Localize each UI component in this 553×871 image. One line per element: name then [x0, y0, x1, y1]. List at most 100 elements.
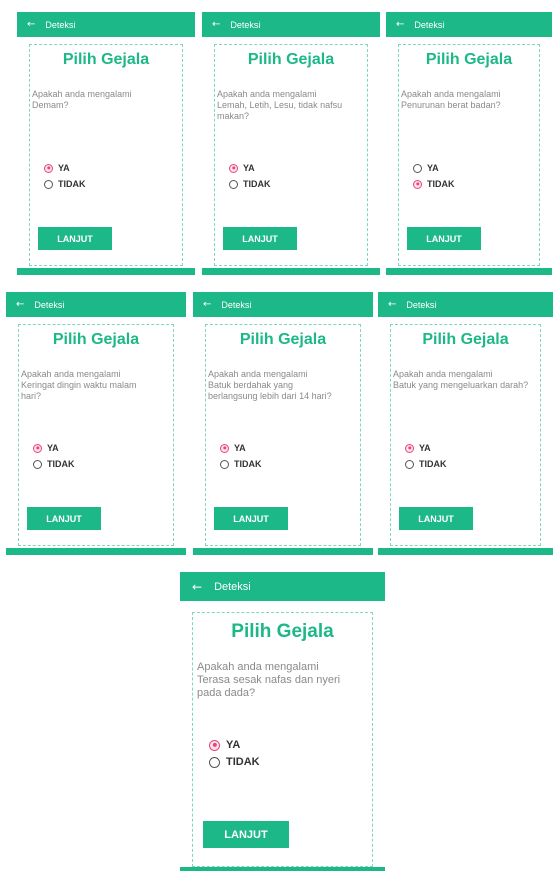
card-title: Pilih Gejala: [231, 621, 334, 642]
bottom-bar: [202, 268, 380, 275]
option-tidak-label: TIDAK: [47, 459, 75, 469]
symptom-question: Apakah anda mengalami Penurunan berat ba…: [401, 89, 501, 110]
radio-ya[interactable]: [220, 443, 229, 453]
back-arrow-icon[interactable]: ←: [396, 19, 404, 30]
option-tidak[interactable]: TIDAK: [220, 459, 262, 469]
app-bar: ← Deteksi: [378, 292, 553, 317]
lanjut-button[interactable]: LANJUT: [407, 227, 481, 250]
option-ya[interactable]: YA: [220, 443, 246, 453]
app-bar-title: Deteksi: [406, 299, 437, 310]
option-ya-label: YA: [226, 739, 241, 751]
option-tidak-label: TIDAK: [243, 179, 271, 189]
phone-screen-7: ← Deteksi Pilih Gejala Apakah anda menga…: [180, 572, 385, 871]
option-ya-label: YA: [243, 163, 255, 173]
symptom-card: Pilih Gejala Apakah anda mengalami Penur…: [398, 44, 540, 266]
symptom-card: Pilih Gejala Apakah anda mengalami Batuk…: [390, 324, 541, 546]
symptom-question: Apakah anda mengalami Lemah, Letih, Lesu…: [217, 89, 343, 121]
radio-ya[interactable]: [209, 739, 220, 751]
card-title: Pilih Gejala: [62, 51, 150, 68]
app-bar-title: Deteksi: [221, 299, 252, 310]
option-tidak-label: TIDAK: [226, 756, 260, 768]
app-bar: ← Deteksi: [386, 12, 552, 37]
bottom-bar: [193, 548, 373, 555]
radio-tidak[interactable]: [405, 459, 414, 469]
app-bar: ← Deteksi: [193, 292, 373, 317]
bottom-bar: [180, 867, 385, 871]
radio-ya[interactable]: [229, 163, 238, 173]
card-title: Pilih Gejala: [422, 331, 509, 348]
option-tidak[interactable]: TIDAK: [413, 179, 455, 189]
option-ya-label: YA: [427, 163, 439, 173]
symptom-question: Apakah anda mengalami Keringat dingin wa…: [21, 369, 137, 401]
option-ya[interactable]: YA: [413, 163, 439, 173]
app-bar-title: Deteksi: [214, 580, 251, 593]
app-bar-title: Deteksi: [34, 299, 65, 310]
option-tidak[interactable]: TIDAK: [405, 459, 447, 469]
option-ya-label: YA: [58, 163, 70, 173]
app-bar-title: Deteksi: [45, 19, 76, 30]
lanjut-button[interactable]: LANJUT: [38, 227, 112, 250]
radio-tidak[interactable]: [33, 459, 42, 469]
back-arrow-icon[interactable]: ←: [192, 580, 202, 594]
lanjut-button[interactable]: LANJUT: [27, 507, 101, 530]
phone-screen-1: ← Deteksi Pilih Gejala Apakah anda menga…: [17, 12, 195, 275]
app-bar: ← Deteksi: [6, 292, 186, 317]
radio-ya[interactable]: [33, 443, 42, 453]
phone-screen-2: ← Deteksi Pilih Gejala Apakah anda menga…: [202, 12, 380, 275]
radio-tidak[interactable]: [229, 179, 238, 189]
option-ya[interactable]: YA: [229, 163, 255, 173]
phone-screen-3: ← Deteksi Pilih Gejala Apakah anda menga…: [386, 12, 552, 275]
symptom-card: Pilih Gejala Apakah anda mengalami Lemah…: [214, 44, 368, 266]
option-tidak[interactable]: TIDAK: [33, 459, 75, 469]
symptom-question: Apakah anda mengalami Batuk berdahak yan…: [208, 369, 332, 401]
phone-screen-5: ← Deteksi Pilih Gejala Apakah anda menga…: [193, 292, 373, 555]
option-ya[interactable]: YA: [33, 443, 59, 453]
card-title: Pilih Gejala: [52, 331, 140, 348]
card-title: Pilih Gejala: [247, 51, 335, 68]
radio-tidak[interactable]: [413, 179, 422, 189]
card-title: Pilih Gejala: [425, 51, 513, 68]
radio-ya[interactable]: [405, 443, 414, 453]
bottom-bar: [6, 548, 186, 555]
app-bar: ← Deteksi: [202, 12, 380, 37]
option-tidak-label: TIDAK: [234, 459, 262, 469]
app-bar: ← Deteksi: [180, 572, 385, 601]
radio-ya[interactable]: [44, 163, 53, 173]
symptom-question: Apakah anda mengalami Terasa sesak nafas…: [197, 661, 341, 699]
option-ya-label: YA: [234, 443, 246, 453]
symptom-card: Pilih Gejala Apakah anda mengalami Teras…: [192, 612, 373, 867]
lanjut-button[interactable]: LANJUT: [399, 507, 473, 530]
bottom-bar: [17, 268, 195, 275]
symptom-question: Apakah anda mengalami Demam?: [32, 89, 132, 110]
back-arrow-icon[interactable]: ←: [16, 299, 24, 310]
radio-tidak[interactable]: [44, 179, 53, 189]
option-tidak[interactable]: TIDAK: [229, 179, 271, 189]
option-ya[interactable]: YA: [209, 739, 240, 751]
back-arrow-icon[interactable]: ←: [388, 299, 396, 310]
option-ya-label: YA: [419, 443, 431, 453]
radio-tidak[interactable]: [209, 756, 220, 768]
symptom-question: Apakah anda mengalami Batuk yang mengelu…: [393, 369, 529, 390]
phone-screen-4: ← Deteksi Pilih Gejala Apakah anda menga…: [6, 292, 186, 555]
option-tidak[interactable]: TIDAK: [44, 179, 86, 189]
symptom-card: Pilih Gejala Apakah anda mengalami Kerin…: [18, 324, 174, 546]
radio-ya[interactable]: [413, 163, 422, 173]
card-title: Pilih Gejala: [239, 331, 327, 348]
option-tidak-label: TIDAK: [419, 459, 447, 469]
back-arrow-icon[interactable]: ←: [27, 19, 35, 30]
app-bar-title: Deteksi: [230, 19, 261, 30]
back-arrow-icon[interactable]: ←: [203, 299, 211, 310]
lanjut-button[interactable]: LANJUT: [223, 227, 297, 250]
option-ya[interactable]: YA: [44, 163, 70, 173]
bottom-bar: [378, 548, 553, 555]
radio-tidak[interactable]: [220, 459, 229, 469]
symptom-card: Pilih Gejala Apakah anda mengalami Batuk…: [205, 324, 361, 546]
lanjut-button[interactable]: LANJUT: [203, 821, 289, 848]
option-tidak-label: TIDAK: [427, 179, 455, 189]
option-ya[interactable]: YA: [405, 443, 431, 453]
bottom-bar: [386, 268, 552, 275]
app-bar-title: Deteksi: [414, 19, 445, 30]
back-arrow-icon[interactable]: ←: [212, 19, 220, 30]
lanjut-button[interactable]: LANJUT: [214, 507, 288, 530]
option-tidak[interactable]: TIDAK: [209, 756, 260, 768]
